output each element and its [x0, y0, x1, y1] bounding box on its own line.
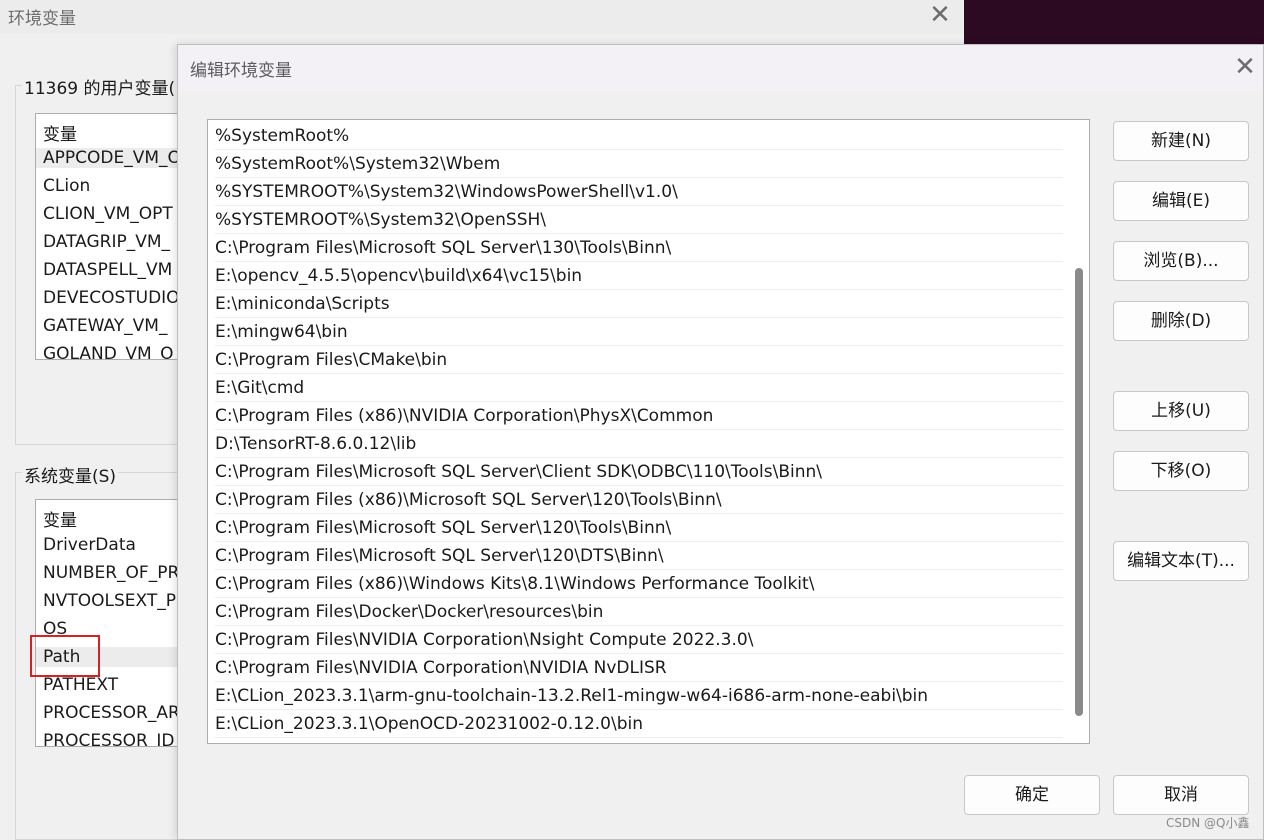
path-list-item[interactable]: C:\Program Files\NVIDIA Corporation\Nsig…	[215, 626, 1063, 654]
path-list-item[interactable]: C:\Program Files (x86)\Windows Kits\8.1\…	[215, 570, 1063, 598]
path-list-item[interactable]: C:\Program Files\Docker\Docker\resources…	[215, 598, 1063, 626]
path-list-item[interactable]: %SYSTEMROOT%\System32\WindowsPowerShell\…	[215, 178, 1063, 206]
cancel-button[interactable]: 取消	[1113, 775, 1249, 815]
path-list-item[interactable]: C:\Program Files\Microsoft SQL Server\12…	[215, 542, 1063, 570]
path-list-item[interactable]: %SystemRoot%	[215, 122, 1063, 150]
user-var-item[interactable]: APPCODE_VM_O	[36, 148, 184, 168]
delete-button[interactable]: 删除(D)	[1113, 301, 1249, 341]
system-vars-header[interactable]: 变量	[43, 506, 77, 531]
path-list-scrollbar[interactable]	[1068, 120, 1089, 743]
system-var-item[interactable]: DriverData	[43, 535, 136, 555]
path-list-item[interactable]: C:\Program Files\CMake\bin	[215, 346, 1063, 374]
system-var-item[interactable]: PROCESSOR_ID	[43, 731, 174, 746]
browse-button[interactable]: 浏览(B)...	[1113, 241, 1249, 281]
path-list-item[interactable]: C:\Program Files\Microsoft SQL Server\Cl…	[215, 458, 1063, 486]
system-var-item[interactable]: NVTOOLSEXT_P	[43, 591, 176, 611]
dialog-titlebar: 编辑环境变量 ✕	[178, 45, 1263, 91]
new-button[interactable]: 新建(N)	[1113, 121, 1249, 161]
system-vars-label: 系统变量(S)	[22, 462, 119, 487]
path-list-item[interactable]: E:\opencv_4.5.5\opencv\build\x64\vc15\bi…	[215, 262, 1063, 290]
env-window-title: 环境变量	[8, 9, 76, 29]
path-list-item[interactable]: C:\Program Files\NVIDIA Corporation\NVID…	[215, 654, 1063, 682]
path-list-item[interactable]: E:\miniconda\Scripts	[215, 290, 1063, 318]
user-vars-header[interactable]: 变量	[43, 120, 77, 145]
desktop-background	[964, 0, 1264, 46]
path-list-item[interactable]: C:\Program Files\Microsoft SQL Server\13…	[215, 234, 1063, 262]
dialog-title: 编辑环境变量	[190, 61, 292, 81]
path-list-item[interactable]: %SYSTEMROOT%\System32\OpenSSH\	[215, 206, 1063, 234]
path-list-item-arm-toolchain[interactable]: E:\CLion_2023.3.1\arm-gnu-toolchain-13.2…	[215, 682, 1063, 710]
move-up-button[interactable]: 上移(U)	[1113, 391, 1249, 431]
edit-text-button[interactable]: 编辑文本(T)...	[1113, 541, 1249, 581]
ok-button[interactable]: 确定	[964, 775, 1100, 815]
env-window-close-icon[interactable]: ✕	[926, 2, 954, 30]
edit-button[interactable]: 编辑(E)	[1113, 181, 1249, 221]
path-list-item-openocd[interactable]: E:\CLion_2023.3.1\OpenOCD-20231002-0.12.…	[215, 710, 1063, 738]
user-var-item[interactable]: DEVECOSTUDIO	[43, 288, 180, 308]
watermark: CSDN @Q小鑫	[1166, 816, 1250, 830]
path-list[interactable]: %SystemRoot% %SystemRoot%\System32\Wbem …	[207, 119, 1090, 744]
user-var-item[interactable]: CLion	[43, 176, 90, 196]
system-var-item[interactable]: PROCESSOR_AR	[43, 703, 180, 723]
move-down-button[interactable]: 下移(O)	[1113, 451, 1249, 491]
user-var-item[interactable]: GOLAND_VM_O	[43, 344, 174, 359]
system-vars-list[interactable]: 变量 DriverData NUMBER_OF_PR NVTOOLSEXT_P …	[35, 499, 185, 747]
path-list-item[interactable]: C:\Program Files\Microsoft SQL Server\12…	[215, 514, 1063, 542]
system-var-item[interactable]: NUMBER_OF_PR	[43, 563, 179, 583]
user-var-item[interactable]: GATEWAY_VM_	[43, 316, 167, 336]
system-var-item[interactable]: PATHEXT	[43, 675, 118, 695]
path-list-item[interactable]: C:\Program Files (x86)\Microsoft SQL Ser…	[215, 486, 1063, 514]
path-highlight-box	[30, 635, 100, 677]
path-list-item[interactable]: E:\Git\cmd	[215, 374, 1063, 402]
user-var-item[interactable]: DATAGRIP_VM_	[43, 232, 170, 252]
path-list-scroll-thumb[interactable]	[1075, 268, 1083, 716]
user-var-item[interactable]: DATASPELL_VM	[43, 260, 172, 280]
dialog-close-icon[interactable]: ✕	[1230, 53, 1260, 83]
user-var-item[interactable]: CLION_VM_OPT	[43, 204, 173, 224]
user-vars-label: 11369 的用户变量(	[22, 74, 178, 99]
edit-env-var-dialog: 编辑环境变量 ✕ %SystemRoot% %SystemRoot%\Syste…	[177, 44, 1264, 840]
user-vars-list[interactable]: 变量 APPCODE_VM_O CLion CLION_VM_OPT DATAG…	[35, 113, 185, 360]
env-window-titlebar: 环境变量 ✕	[0, 0, 964, 34]
path-list-item[interactable]: D:\TensorRT-8.6.0.12\lib	[215, 430, 1063, 458]
path-list-item[interactable]: E:\mingw64\bin	[215, 318, 1063, 346]
path-list-item[interactable]: C:\Program Files (x86)\NVIDIA Corporatio…	[215, 402, 1063, 430]
path-list-item[interactable]: %SystemRoot%\System32\Wbem	[215, 150, 1063, 178]
